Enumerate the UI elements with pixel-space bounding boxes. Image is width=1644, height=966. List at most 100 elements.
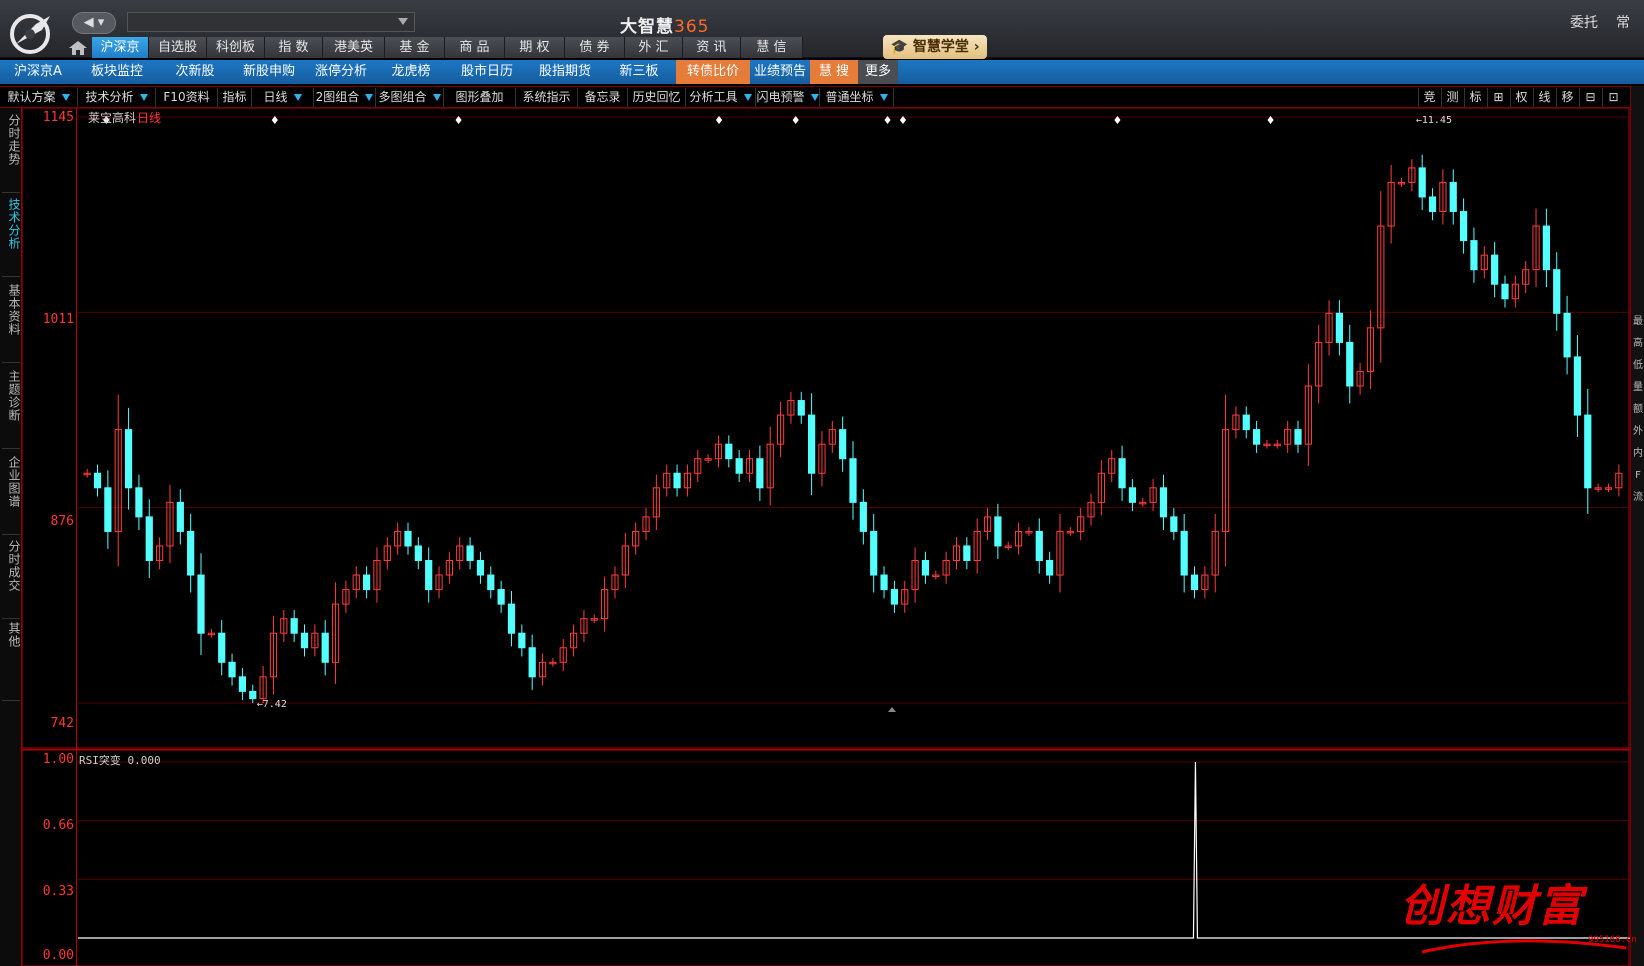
toolbar-item[interactable]: 技术分析 [78,88,156,107]
market-tab[interactable]: 港美英 [323,37,385,58]
right-strip-label: 额 [1633,404,1643,415]
function-tab[interactable]: 更多 [858,60,898,84]
y-tick-label: 1011 [42,312,74,327]
toolbar-right-button[interactable]: 权 [1510,88,1532,107]
kline-chart[interactable]: ←11.45←7.42♦ ♦ ♦ ♦ ♦ ♦ ♦ ♦ ♦ [0,108,1630,966]
market-tab[interactable]: 自选股 [149,37,207,58]
function-tab[interactable]: 沪深京A [0,60,76,84]
candle-body [176,501,184,532]
toolbar-right-button[interactable]: 测 [1441,88,1463,107]
dropdown-arrow-icon[interactable] [365,94,374,101]
candle-body [849,458,857,503]
stock-name: 莱宝高科 [88,111,137,125]
market-tab[interactable]: 债 券 [565,37,625,58]
dropdown-arrow-icon[interactable] [810,94,819,101]
toolbar-item[interactable]: 日线 [252,88,314,107]
chart-period[interactable]: 日线 [137,109,161,126]
toolbar-item[interactable]: 多图组合 [376,88,444,107]
candle-body [1573,356,1582,416]
toolbar-item[interactable]: 闪电预警 [756,88,820,107]
toolbar-item[interactable]: 备忘录 [578,88,628,107]
candle-body [197,574,205,634]
function-tab[interactable]: 新股申购 [232,60,306,84]
market-tab[interactable]: 外 汇 [625,37,683,58]
candle-body [145,516,153,561]
ind-y-tick-label: 0.66 [42,818,74,833]
function-tab[interactable]: 转债比价 [676,60,750,84]
toolbar-right-button[interactable]: 线 [1533,88,1555,107]
info-marker-icon: ♦ [898,114,908,127]
rsi-line [78,761,1630,939]
dropdown-arrow-icon[interactable] [743,94,752,101]
toolbar-item[interactable]: 分析工具 [686,88,756,107]
toolbar-item[interactable]: 指标 [218,88,252,107]
candle-body [1501,283,1509,300]
market-tab[interactable]: 沪深京 [92,37,149,58]
toolbar-right-button[interactable]: 竞 [1418,88,1440,107]
candle-body [839,429,847,460]
toolbar-item[interactable]: 系统指示 [516,88,578,107]
candle-body [859,501,867,532]
toolbar-item-label: 默认方案 [7,90,56,104]
toolbar-item-label: 日线 [263,90,288,104]
academy-button[interactable]: 🎓 智慧学堂 › [883,35,987,59]
toolbar-item[interactable]: 历史回忆 [628,88,686,107]
info-marker-icon: ♦ [714,114,724,127]
chevron-down-icon[interactable] [398,18,408,25]
candle-body [135,487,143,518]
function-tab[interactable]: 次新股 [158,60,232,84]
toolbar-item[interactable]: 默认方案 [0,88,78,107]
function-tab[interactable]: 龙虎榜 [376,60,446,84]
toolbar-item[interactable]: F10资料 [156,88,218,107]
function-tab[interactable]: 慧 搜 [810,60,858,84]
toolbar-item-label: 分析工具 [689,90,738,104]
candle-body [673,472,681,489]
top-right-links: 委托 常 [1552,12,1630,32]
candle-body [756,458,764,489]
dropdown-arrow-icon[interactable] [879,94,888,101]
pane-resize-icon [888,707,896,712]
function-tab[interactable]: 业绩预告 [750,60,810,84]
function-tab[interactable]: 股指期货 [528,60,602,84]
dropdown-arrow-icon[interactable] [432,94,441,101]
market-tab[interactable]: 期 权 [505,37,565,58]
candle-body [1335,312,1344,343]
entrust-link[interactable]: 委托 [1570,15,1598,31]
right-strip-label: 流 [1633,492,1643,503]
toolbar-item-label: 2图组合 [315,90,360,104]
market-tab[interactable]: 基 金 [385,37,445,58]
dropdown-arrow-icon[interactable] [293,94,302,101]
more-link[interactable]: 常 [1616,15,1630,31]
market-tab[interactable]: 指 数 [265,37,323,58]
market-tab[interactable]: 商 品 [445,37,505,58]
toolbar-item[interactable]: 2图组合 [314,88,376,107]
indicator-divider[interactable] [22,749,1630,750]
candle-body [1418,167,1426,198]
function-tab[interactable]: 涨停分析 [306,60,376,84]
market-tab[interactable]: 科创板 [207,37,265,58]
toolbar-right-button[interactable]: ⊞ [1487,88,1509,107]
candle-body [300,632,309,649]
toolbar-right-button[interactable]: 标 [1464,88,1486,107]
back-forward-button[interactable]: ◀ ▾ [72,12,116,34]
function-tab[interactable]: 板块监控 [76,60,158,84]
toolbar-item[interactable]: 图形叠加 [444,88,516,107]
function-tab[interactable]: 股市日历 [446,60,528,84]
candle-body [807,414,816,474]
dropdown-arrow-icon[interactable] [61,94,70,101]
app-logo-icon[interactable] [6,10,60,54]
toolbar-right-button[interactable]: ⊟ [1579,88,1601,107]
candle-body [1470,240,1478,271]
info-marker-icon: ♦ [1266,114,1276,127]
function-tab[interactable]: 新三板 [602,60,676,84]
market-tab[interactable]: 资 讯 [683,37,741,58]
dropdown-arrow-icon[interactable] [139,94,148,101]
home-icon[interactable] [68,40,88,56]
market-tab[interactable]: 慧 信 [741,37,803,58]
candle-body [528,647,536,678]
toolbar-right-button[interactable]: 移 [1556,88,1578,107]
toolbar-right-button[interactable]: ⊡ [1602,88,1624,107]
toolbar-item[interactable]: 普通坐标 [820,88,894,107]
search-input[interactable] [127,12,415,32]
candle-body [1553,269,1561,314]
